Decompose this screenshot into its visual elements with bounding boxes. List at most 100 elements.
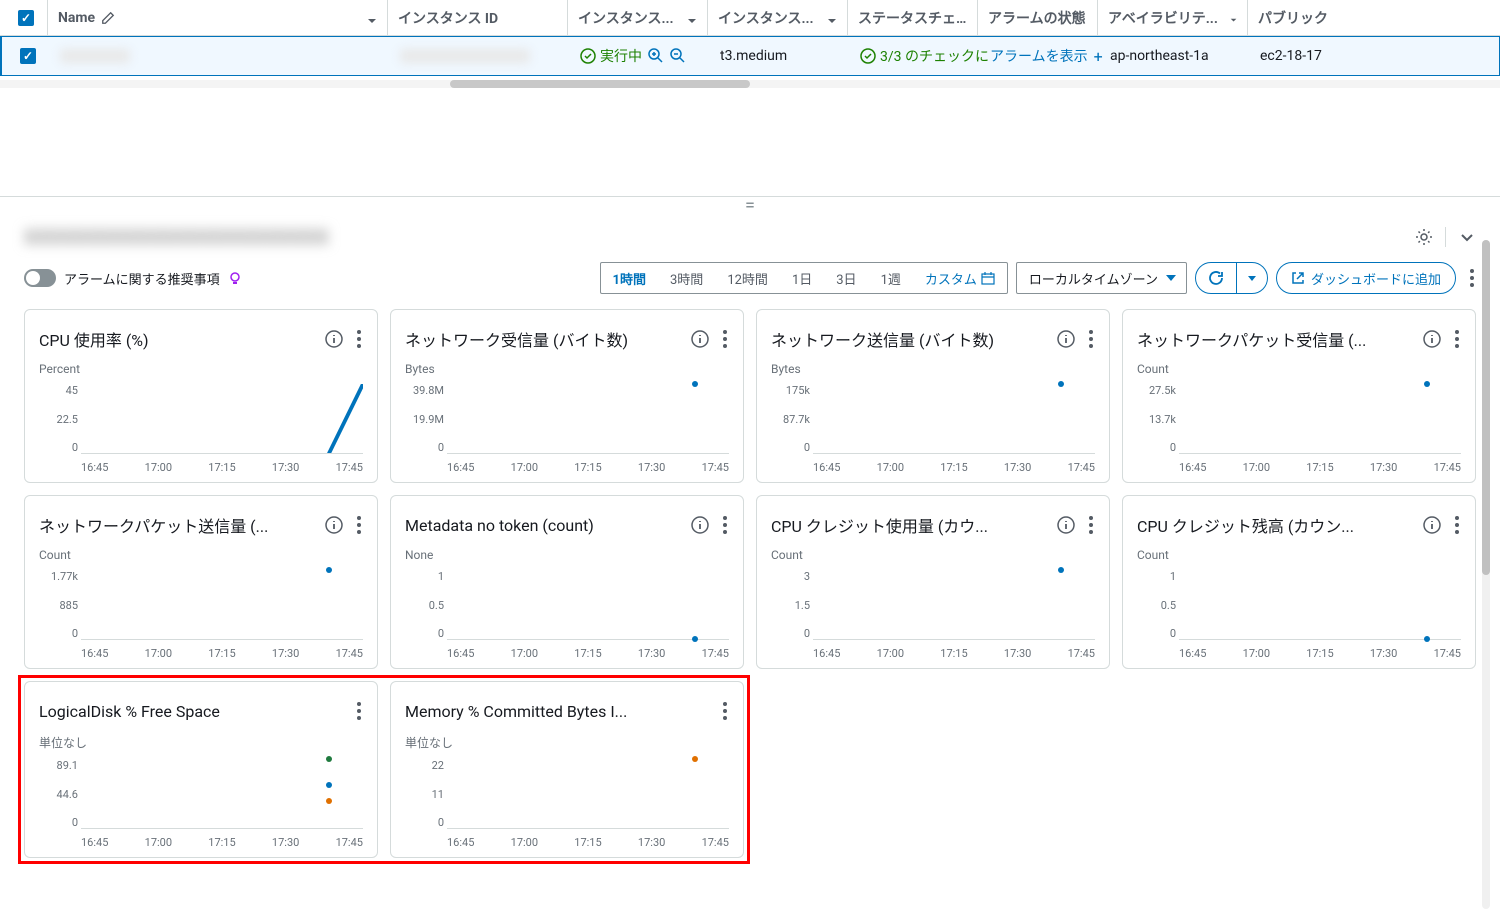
chart-menu[interactable] (351, 694, 363, 728)
chart-menu[interactable] (717, 322, 729, 356)
chart-card[interactable]: ネットワーク受信量 (バイト数)Bytes39.8M19.9M016:4517:… (390, 309, 744, 483)
chart-card[interactable]: ネットワークパケット送信量 (...Count1.77k885016:4517:… (24, 495, 378, 669)
info-icon[interactable] (325, 330, 343, 348)
chart-body: 31.5016:4517:0017:1517:3017:45 (771, 570, 1095, 660)
col-instance-state[interactable]: インスタンス... (568, 0, 708, 35)
alarm-view-link[interactable]: アラームを表示 (990, 46, 1088, 66)
sort-icon[interactable] (827, 13, 837, 23)
public-dns: ec2-18-17 (1260, 48, 1322, 64)
zoom-in-icon[interactable] (648, 48, 664, 64)
more-menu[interactable] (1464, 261, 1476, 295)
checkbox-checked-icon[interactable] (20, 48, 36, 64)
chart-menu[interactable] (1083, 322, 1095, 356)
sort-icon[interactable] (1230, 13, 1237, 23)
instance-table: Name インスタンス ID インスタンス... インスタンス... ステータス… (0, 0, 1500, 96)
info-icon[interactable] (1057, 330, 1075, 348)
chart-unit: Bytes (405, 362, 729, 376)
chart-unit: Bytes (771, 362, 1095, 376)
calendar-icon (981, 271, 995, 285)
add-to-dashboard-button[interactable]: ダッシュボードに追加 (1276, 262, 1456, 294)
availability-zone: ap-northeast-1a (1110, 48, 1209, 64)
chart-unit: Count (771, 548, 1095, 562)
refresh-button[interactable] (1196, 263, 1237, 293)
status-check-ok: 3/3 のチェックに (860, 46, 989, 66)
check-circle-icon (580, 48, 596, 64)
col-instance-type[interactable]: インスタンス... (708, 0, 848, 35)
chart-card[interactable]: Metadata no token (count)None10.5016:451… (390, 495, 744, 669)
chart-card[interactable]: ネットワークパケット受信量 (...Count27.5k13.7k016:451… (1122, 309, 1476, 483)
chart-body: 175k87.7k016:4517:0017:1517:3017:45 (771, 384, 1095, 474)
chart-title: ネットワーク受信量 (バイト数) (405, 327, 691, 351)
chevron-down-icon[interactable] (1458, 228, 1476, 246)
chart-menu[interactable] (1083, 508, 1095, 542)
pencil-icon[interactable] (101, 11, 115, 25)
check-circle-icon (860, 48, 876, 64)
chart-menu[interactable] (717, 508, 729, 542)
chart-menu[interactable] (351, 508, 363, 542)
horizontal-scrollbar[interactable] (0, 80, 1500, 88)
instance-id-blur (400, 49, 530, 63)
chevron-down-icon (1247, 273, 1257, 283)
table-row[interactable]: 実行中 t3.medium 3/3 のチェックに アラームを表示 + ap-no… (0, 36, 1500, 76)
chart-card[interactable]: Memory % Committed Bytes I...単位なし2211016… (390, 681, 744, 858)
info-icon[interactable] (1423, 516, 1441, 534)
controls-row: アラームに関する推奨事項 1時間 3時間 12時間 1日 3日 1週 カスタム … (0, 261, 1500, 309)
chart-title: CPU クレジット残高 (カウン... (1137, 513, 1423, 537)
chart-title: ネットワーク送信量 (バイト数) (771, 327, 1057, 351)
chart-title: CPU クレジット使用量 (カウ... (771, 513, 1057, 537)
col-name[interactable]: Name (48, 0, 388, 35)
chart-menu[interactable] (351, 322, 363, 356)
chart-menu[interactable] (717, 694, 729, 728)
sort-icon[interactable] (367, 13, 377, 23)
chart-card[interactable]: CPU クレジット使用量 (カウ... Count 31.5016:4517:001… (756, 495, 1110, 669)
chart-body: 10.5016:4517:0017:1517:3017:45 (1137, 570, 1461, 660)
chart-unit: None (405, 548, 729, 562)
col-instance-id[interactable]: インスタンス ID (388, 0, 568, 35)
refresh-button-group (1195, 262, 1268, 294)
time-1d[interactable]: 1日 (780, 263, 824, 294)
toggle-off[interactable] (24, 269, 56, 287)
chart-unit: Count (1137, 362, 1461, 376)
zoom-out-icon[interactable] (670, 48, 686, 64)
chart-card[interactable]: CPU クレジット残高 (カウン...Count10.5016:4517:001… (1122, 495, 1476, 669)
chart-title: ネットワークパケット受信量 (... (1137, 327, 1423, 351)
time-1h[interactable]: 1時間 (601, 263, 658, 294)
panel-drag-handle[interactable] (0, 196, 1500, 215)
spacer (0, 96, 1500, 196)
gear-icon[interactable] (1415, 228, 1433, 246)
chart-card[interactable]: LogicalDisk % Free Space単位なし89.144.6016:… (24, 681, 378, 858)
select-all-cell[interactable] (8, 0, 48, 35)
time-12h[interactable]: 12時間 (715, 263, 780, 294)
timezone-select[interactable]: ローカルタイムゾーン (1016, 262, 1187, 294)
chart-body: 1.77k885016:4517:0017:1517:3017:45 (39, 570, 363, 660)
chart-body: 10.5016:4517:0017:1517:3017:45 (405, 570, 729, 660)
col-status-check[interactable]: ステータスチェック (848, 0, 978, 35)
vertical-scrollbar[interactable] (1482, 240, 1490, 909)
time-custom[interactable]: カスタム (913, 263, 1007, 294)
chart-title: Memory % Committed Bytes I... (405, 702, 717, 721)
detail-header: XXXXXXXXXXXXXXXXXXXXXXXX (0, 215, 1500, 261)
time-3h[interactable]: 3時間 (658, 263, 715, 294)
chart-card[interactable]: ネットワーク送信量 (バイト数) Bytes 175k87.7k016:4517:0… (756, 309, 1110, 483)
instance-name-blur (60, 49, 130, 63)
alarm-recommendations-toggle[interactable]: アラームに関する推奨事項 (24, 269, 242, 288)
info-icon[interactable] (1057, 516, 1075, 534)
col-alarm-state[interactable]: アラームの状態 (978, 0, 1098, 35)
info-icon[interactable] (1423, 330, 1441, 348)
time-1w[interactable]: 1週 (869, 263, 913, 294)
checkbox-checked-icon[interactable] (18, 10, 34, 26)
chart-grid: CPU 使用率 (%)Percent4522.5016:4517:0017:15… (24, 309, 1476, 858)
col-availability[interactable]: アベイラビリテ... (1098, 0, 1248, 35)
chart-unit: Count (39, 548, 363, 562)
chart-menu[interactable] (1449, 508, 1461, 542)
chart-menu[interactable] (1449, 322, 1461, 356)
info-icon[interactable] (691, 516, 709, 534)
time-3d[interactable]: 3日 (824, 263, 868, 294)
chart-unit: 単位なし (39, 734, 363, 751)
sort-icon[interactable] (687, 13, 697, 23)
info-icon[interactable] (325, 516, 343, 534)
refresh-dropdown[interactable] (1237, 263, 1267, 293)
info-icon[interactable] (691, 330, 709, 348)
chart-card[interactable]: CPU 使用率 (%)Percent4522.5016:4517:0017:15… (24, 309, 378, 483)
col-public[interactable]: パブリック (1248, 0, 1328, 35)
